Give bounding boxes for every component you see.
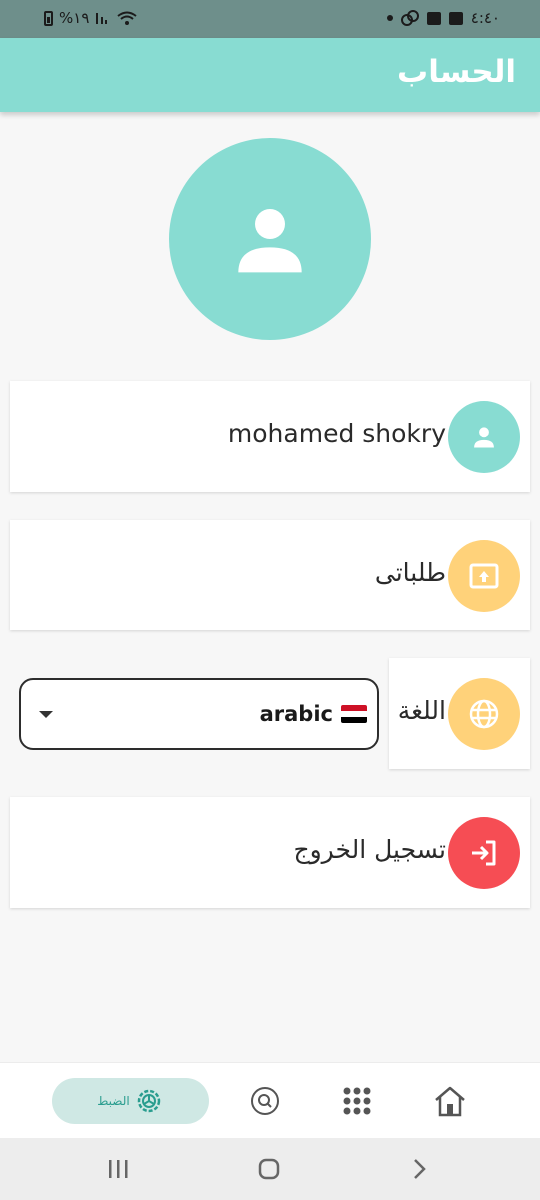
page-title: الحساب bbox=[397, 54, 516, 90]
signal-icon bbox=[96, 13, 108, 24]
language-dropdown[interactable]: arabic bbox=[19, 678, 379, 750]
logout-card[interactable]: تسجيل الخروج bbox=[10, 797, 530, 908]
grid-icon bbox=[343, 1087, 371, 1115]
app-notification-icon bbox=[426, 11, 441, 25]
home-icon bbox=[435, 1086, 465, 1117]
status-time: ٤:٤٠ bbox=[470, 9, 500, 27]
person-icon bbox=[474, 427, 494, 448]
avatar[interactable] bbox=[169, 138, 371, 340]
home-circle-icon bbox=[258, 1158, 280, 1180]
egypt-flag-icon bbox=[341, 705, 367, 723]
tab-home[interactable] bbox=[432, 1083, 468, 1119]
tab-settings-label: الضبط bbox=[97, 1094, 130, 1108]
battery-text: %١٩ bbox=[59, 9, 90, 27]
person-icon bbox=[238, 209, 302, 273]
orders-card[interactable]: طلباتى bbox=[10, 520, 530, 630]
search-icon bbox=[251, 1087, 279, 1115]
battery-icon bbox=[44, 10, 53, 26]
settings-icon bbox=[137, 1089, 160, 1113]
profile-name: mohamed shokry bbox=[227, 419, 446, 448]
language-value: arabic bbox=[259, 702, 333, 726]
logout-icon-circle bbox=[448, 817, 520, 889]
status-left: %١٩ bbox=[44, 9, 138, 27]
recent-apps-icon bbox=[109, 1160, 128, 1178]
logout-icon bbox=[472, 840, 496, 866]
status-bar: %١٩ ٤:٤٠ bbox=[0, 0, 540, 38]
language-selected: arabic bbox=[260, 702, 367, 726]
orders-label: طلباتى bbox=[374, 558, 446, 587]
globe-icon bbox=[469, 699, 499, 729]
tab-settings[interactable]: الضبط bbox=[52, 1078, 209, 1124]
logout-label: تسجيل الخروج bbox=[293, 835, 446, 864]
home-system-button[interactable] bbox=[255, 1156, 283, 1182]
link-icon bbox=[400, 10, 419, 26]
recent-apps-button[interactable] bbox=[104, 1156, 132, 1182]
chevron-down-icon bbox=[39, 711, 53, 718]
notification-dot-icon bbox=[386, 15, 393, 21]
chevron-right-icon bbox=[414, 1159, 426, 1179]
status-right: ٤:٤٠ bbox=[386, 9, 500, 27]
orders-icon-circle bbox=[448, 540, 520, 612]
profile-name-card[interactable]: mohamed shokry bbox=[10, 381, 530, 492]
wifi-icon bbox=[117, 11, 138, 25]
language-icon-circle bbox=[448, 678, 520, 750]
language-label: اللغة bbox=[397, 696, 446, 725]
back-button[interactable] bbox=[406, 1156, 434, 1182]
bottom-nav: الضبط bbox=[0, 1062, 540, 1138]
upload-icon bbox=[469, 563, 499, 589]
system-nav-bar bbox=[0, 1138, 540, 1200]
tab-search[interactable] bbox=[247, 1083, 283, 1119]
gallery-icon bbox=[448, 11, 463, 25]
profile-icon-circle bbox=[448, 401, 520, 473]
tab-categories[interactable] bbox=[339, 1083, 375, 1119]
language-card[interactable]: اللغة bbox=[389, 658, 530, 769]
app-bar: الحساب bbox=[0, 38, 540, 112]
